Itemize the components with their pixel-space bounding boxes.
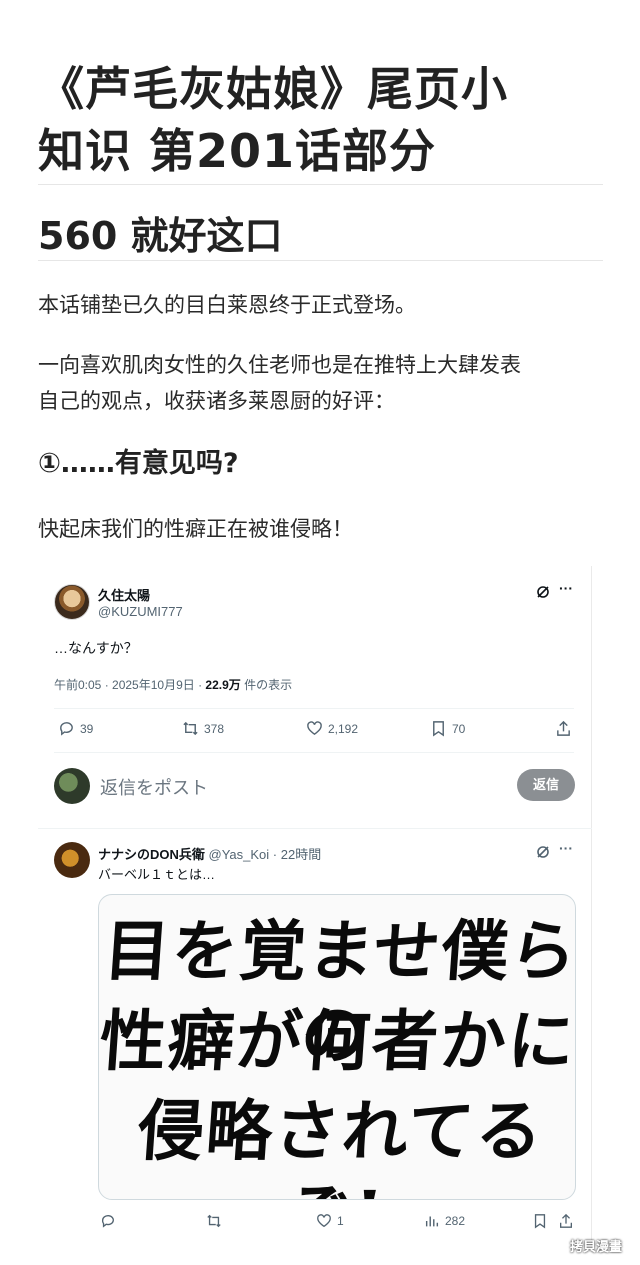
sub-heading: ①……有意见吗? xyxy=(38,448,239,479)
reply-text: バーベル１ｔとは… xyxy=(98,867,216,882)
article-title: 《芦毛灰姑娘》尾页小 知识 第201话部分 xyxy=(38,58,603,182)
bookmark-icon xyxy=(433,721,444,737)
reply-view-count: 282 xyxy=(445,1214,466,1228)
like-action[interactable]: 2,192 xyxy=(306,720,358,737)
paragraph-1: 本话铺垫已久的目白莱恩终于正式登场。 xyxy=(38,293,416,317)
grok-icon[interactable] xyxy=(535,844,551,863)
paragraph-2-line-1: 一向喜欢肌肉女性的久住老师也是在推特上大肆发表 xyxy=(38,353,521,377)
share-action[interactable] xyxy=(555,720,572,737)
reply-author-handle[interactable]: @Yas_Koi xyxy=(209,847,270,862)
reply-author-avatar[interactable] xyxy=(54,842,90,878)
views-chart-icon xyxy=(425,1216,439,1227)
heart-icon xyxy=(317,1214,331,1228)
reply-icon xyxy=(60,722,73,736)
image-text-line-3: 侵略されてるぞ! xyxy=(135,1092,547,1199)
reply-author-name[interactable]: ナナシのDON兵衛 xyxy=(98,847,205,862)
grok-icon[interactable] xyxy=(535,584,551,603)
like-action[interactable]: 1 xyxy=(316,1213,344,1229)
title-line-2: 知识 第201话部分 xyxy=(38,124,437,178)
tweet-text: …なんすか？ xyxy=(54,640,138,656)
more-options-icon[interactable]: ··· xyxy=(559,840,573,856)
retweet-action[interactable] xyxy=(206,1213,222,1229)
divider xyxy=(38,828,592,829)
current-user-avatar[interactable] xyxy=(54,768,90,804)
bookmark-action[interactable]: 70 xyxy=(430,720,465,737)
author-handle[interactable]: @KUZUMI777 xyxy=(98,604,183,619)
author-name[interactable]: 久住太陽 xyxy=(98,585,150,604)
section-heading: 560 就好这口 xyxy=(38,214,283,258)
retweet-action[interactable]: 378 xyxy=(182,720,224,737)
more-options-icon[interactable]: ··· xyxy=(559,580,573,596)
reply-icon xyxy=(101,1215,114,1228)
reply-like-count: 1 xyxy=(337,1214,344,1228)
tweet-meta: 午前0:05 · 2025年10月9日 · 22.9万 件の表示 xyxy=(54,676,292,693)
retweet-icon xyxy=(207,1214,221,1228)
divider xyxy=(54,708,574,709)
image-text-line-2: 性癖が何者かに xyxy=(98,1002,576,1080)
paragraph-2-line-2: 自己的观点，收获诸多莱恩厨的好评： xyxy=(38,389,395,413)
reply-count: 39 xyxy=(80,721,94,736)
section-divider xyxy=(38,260,603,261)
tweet-views-suffix: 件の表示 xyxy=(240,678,293,692)
paragraph-3: 快起床我们的性癖正在被谁侵略！ xyxy=(38,517,353,541)
reply-button[interactable]: 返信 xyxy=(517,769,575,801)
heart-icon xyxy=(307,721,322,736)
divider xyxy=(54,752,574,753)
reply-author-line: ナナシのDON兵衛 @Yas_Koi · 22時間 xyxy=(98,844,321,863)
reply-image[interactable]: 目を覚ませ僕らの 性癖が何者かに 侵略されてるぞ! xyxy=(98,894,576,1200)
tweet-time: 午前0:05 · 2025年10月9日 · xyxy=(54,678,206,692)
bookmark-count: 70 xyxy=(452,721,466,736)
author-avatar[interactable] xyxy=(54,584,90,620)
tweet-views: 22.9万 xyxy=(205,678,241,692)
tweet-screenshot: 久住太陽 @KUZUMI777 ··· …なんすか？ 午前0:05 · 2025… xyxy=(38,566,592,1242)
reply-time[interactable]: · 22時間 xyxy=(273,847,321,862)
reply-action[interactable] xyxy=(100,1213,116,1229)
title-line-1: 《芦毛灰姑娘》尾页小 xyxy=(38,62,508,116)
reply-input[interactable]: 返信をポスト xyxy=(100,774,208,800)
retweet-icon xyxy=(183,721,198,736)
share-icon xyxy=(557,720,570,736)
reply-action[interactable]: 39 xyxy=(58,720,93,737)
bookmark-icon xyxy=(534,1214,546,1229)
bookmark-action[interactable] xyxy=(532,1213,548,1229)
views-action[interactable]: 282 xyxy=(424,1213,465,1229)
like-count: 2,192 xyxy=(328,721,359,736)
title-divider xyxy=(38,184,603,185)
share-action[interactable] xyxy=(558,1213,574,1229)
paragraph-2: 一向喜欢肌肉女性的久住老师也是在推特上大肆发表 自己的观点，收获诸多莱恩厨的好评… xyxy=(38,347,603,419)
share-icon xyxy=(560,1213,572,1228)
retweet-count: 378 xyxy=(204,721,225,736)
watermark: 拷貝漫畫 xyxy=(570,1240,623,1255)
